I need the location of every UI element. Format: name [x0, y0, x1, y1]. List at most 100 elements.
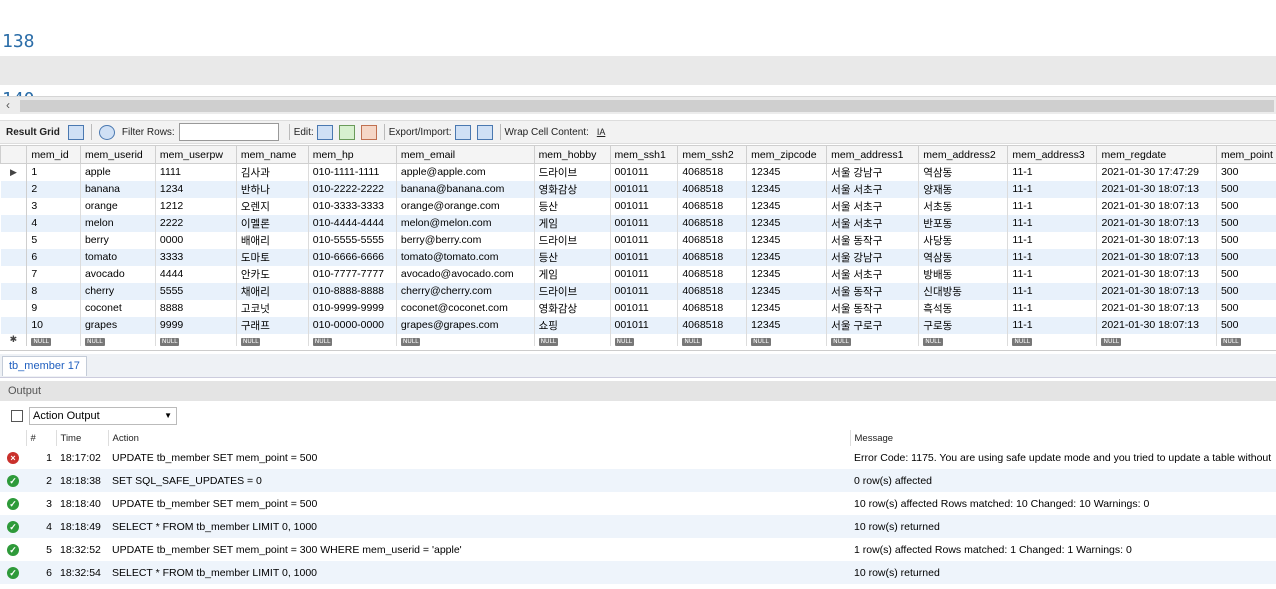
cell-mem-hobby[interactable]: 영화감상 — [534, 180, 611, 198]
cell-mem-hp[interactable]: 010-7777-7777 — [308, 265, 397, 283]
output-row[interactable]: ✓ 6 18:32:54 SELECT * FROM tb_member LIMIT … — [0, 561, 1276, 584]
cell-mem-hp[interactable]: 010-2222-2222 — [308, 180, 397, 198]
tab-tb-member[interactable]: tb_member 17 — [2, 356, 87, 376]
output-row[interactable]: × 1 18:17:02 UPDATE tb_member SET mem_point… — [0, 446, 1276, 469]
output-column-header[interactable]: # — [26, 430, 57, 446]
cell-mem-ssh2[interactable]: 4068518 — [677, 265, 748, 283]
cell-mem-point[interactable]: 500 — [1216, 248, 1276, 266]
cell-mem-hobby[interactable]: 게임 — [534, 214, 611, 232]
table-row[interactable]: 4 melon 2222 이멜론 010-4444-4444 melon@melon.co… — [0, 214, 1276, 232]
cell-mem-address2[interactable]: 역삼동 — [918, 248, 1009, 266]
cell-mem-email[interactable]: tomato@tomato.com — [396, 248, 535, 266]
cell-mem-ssh2[interactable]: 4068518 — [677, 214, 748, 232]
cell-mem-name[interactable]: 고코넛 — [236, 299, 309, 317]
cell-mem-zipcode[interactable]: 12345 — [746, 248, 828, 266]
cell-mem-zipcode[interactable]: 12345 — [746, 316, 828, 334]
cell-mem-zipcode[interactable]: 12345 — [746, 265, 828, 283]
cell-mem-ssh1[interactable]: 001011 — [610, 163, 679, 181]
cell-mem-address3[interactable]: 11-1 — [1007, 214, 1098, 232]
cell-mem-regdate[interactable]: 2021-01-30 18:07:13 — [1096, 248, 1217, 266]
column-header-mem-hp[interactable]: mem_hp — [307, 145, 397, 164]
cell-mem-hp[interactable]: 010-9999-9999 — [308, 299, 397, 317]
cell-mem-userid[interactable]: coconet — [80, 299, 156, 317]
cell-mem-address1[interactable]: 서울 서초구 — [826, 197, 920, 215]
edit-row-icon[interactable] — [316, 124, 333, 140]
cell-mem-address1[interactable]: 서울 서초구 — [826, 265, 920, 283]
cell-mem-address2[interactable]: 방배동 — [918, 265, 1009, 283]
row-selector[interactable] — [0, 197, 28, 215]
cell-mem-zipcode[interactable]: 12345 — [746, 299, 828, 317]
cell-mem-ssh2[interactable]: 4068518 — [677, 299, 748, 317]
null-cell[interactable]: NULL — [677, 333, 748, 346]
cell-mem-userid[interactable]: berry — [80, 231, 156, 249]
table-row[interactable]: 8 cherry 5555 채애리 010-8888-8888 cherry@cherry… — [0, 282, 1276, 300]
cell-mem-address3[interactable]: 11-1 — [1007, 265, 1098, 283]
cell-mem-userpw[interactable]: 5555 — [155, 282, 237, 300]
cell-mem-userpw[interactable]: 2222 — [155, 214, 237, 232]
output-column-header[interactable] — [0, 430, 27, 446]
cell-mem-regdate[interactable]: 2021-01-30 18:07:13 — [1096, 299, 1217, 317]
cell-mem-userpw[interactable]: 3333 — [155, 248, 237, 266]
cell-mem-id[interactable]: 4 — [26, 214, 81, 232]
scroll-left-icon[interactable]: ‹ — [6, 98, 10, 112]
cell-mem-userpw[interactable]: 1212 — [155, 197, 237, 215]
delete-row-icon[interactable] — [360, 124, 377, 140]
cell-mem-hobby[interactable]: 드라이브 — [534, 163, 611, 181]
cell-mem-ssh1[interactable]: 001011 — [610, 316, 679, 334]
column-header-mem-ssh2[interactable]: mem_ssh2 — [677, 145, 748, 164]
table-row[interactable]: 9 coconet 8888 고코넛 010-9999-9999 coconet@coco… — [0, 299, 1276, 317]
scrollbar-thumb[interactable] — [20, 100, 1274, 112]
cell-mem-userid[interactable]: grapes — [80, 316, 156, 334]
cell-mem-userid[interactable]: banana — [80, 180, 156, 198]
cell-mem-ssh1[interactable]: 001011 — [610, 180, 679, 198]
cell-mem-name[interactable]: 채애리 — [236, 282, 309, 300]
null-cell[interactable]: NULL — [534, 333, 611, 346]
null-cell[interactable]: NULL — [1216, 333, 1276, 346]
column-header-mem-hobby[interactable]: mem_hobby — [533, 145, 611, 164]
cell-mem-ssh2[interactable]: 4068518 — [677, 231, 748, 249]
cell-mem-id[interactable]: 5 — [26, 231, 81, 249]
cell-mem-ssh2[interactable]: 4068518 — [677, 180, 748, 198]
cell-mem-address2[interactable]: 서초동 — [918, 197, 1009, 215]
row-selector[interactable] — [0, 316, 28, 334]
cell-mem-point[interactable]: 500 — [1216, 299, 1276, 317]
cell-mem-zipcode[interactable]: 12345 — [746, 231, 828, 249]
column-header-mem-address3[interactable]: mem_address3 — [1007, 145, 1098, 164]
cell-mem-hobby[interactable]: 드라이브 — [534, 282, 611, 300]
cell-mem-userid[interactable]: apple — [80, 163, 156, 181]
row-selector[interactable] — [0, 299, 28, 317]
cell-mem-userid[interactable]: tomato — [80, 248, 156, 266]
cell-mem-ssh2[interactable]: 4068518 — [677, 316, 748, 334]
cell-mem-regdate[interactable]: 2021-01-30 17:47:29 — [1096, 163, 1217, 181]
cell-mem-id[interactable]: 9 — [26, 299, 81, 317]
cell-mem-address1[interactable]: 서울 서초구 — [826, 214, 920, 232]
cell-mem-hp[interactable]: 010-4444-4444 — [308, 214, 397, 232]
cell-mem-name[interactable]: 도마토 — [236, 248, 309, 266]
export-icon[interactable] — [454, 124, 471, 140]
null-cell[interactable]: NULL — [826, 333, 920, 346]
cell-mem-ssh1[interactable]: 001011 — [610, 282, 679, 300]
cell-mem-hp[interactable]: 010-5555-5555 — [308, 231, 397, 249]
column-header-mem-address2[interactable]: mem_address2 — [918, 145, 1009, 164]
output-row[interactable]: ✓ 4 18:18:49 SELECT * FROM tb_member LIMIT … — [0, 515, 1276, 538]
column-header-mem-userpw[interactable]: mem_userpw — [154, 145, 237, 164]
cell-mem-address2[interactable]: 반포동 — [918, 214, 1009, 232]
cell-mem-id[interactable]: 8 — [26, 282, 81, 300]
cell-mem-regdate[interactable]: 2021-01-30 18:07:13 — [1096, 265, 1217, 283]
cell-mem-name[interactable]: 이멜론 — [236, 214, 309, 232]
cell-mem-address2[interactable]: 역삼동 — [918, 163, 1009, 181]
table-row[interactable]: 10 grapes 9999 구래프 010-0000-0000 grapes@grape… — [0, 316, 1276, 334]
cell-mem-ssh1[interactable]: 001011 — [610, 197, 679, 215]
cell-mem-id[interactable]: 7 — [26, 265, 81, 283]
null-cell[interactable]: NULL — [236, 333, 309, 346]
cell-mem-regdate[interactable]: 2021-01-30 18:07:13 — [1096, 282, 1217, 300]
cell-mem-hp[interactable]: 010-8888-8888 — [308, 282, 397, 300]
row-selector[interactable] — [0, 248, 28, 266]
cell-mem-point[interactable]: 500 — [1216, 180, 1276, 198]
table-row[interactable]: 2 banana 1234 반하나 010-2222-2222 banana@banana… — [0, 180, 1276, 198]
row-selector[interactable]: ▶ — [0, 163, 28, 181]
cell-mem-email[interactable]: apple@apple.com — [396, 163, 535, 181]
output-column-header[interactable]: Message — [850, 430, 1276, 446]
cell-mem-ssh1[interactable]: 001011 — [610, 214, 679, 232]
cell-mem-address1[interactable]: 서울 구로구 — [826, 316, 920, 334]
